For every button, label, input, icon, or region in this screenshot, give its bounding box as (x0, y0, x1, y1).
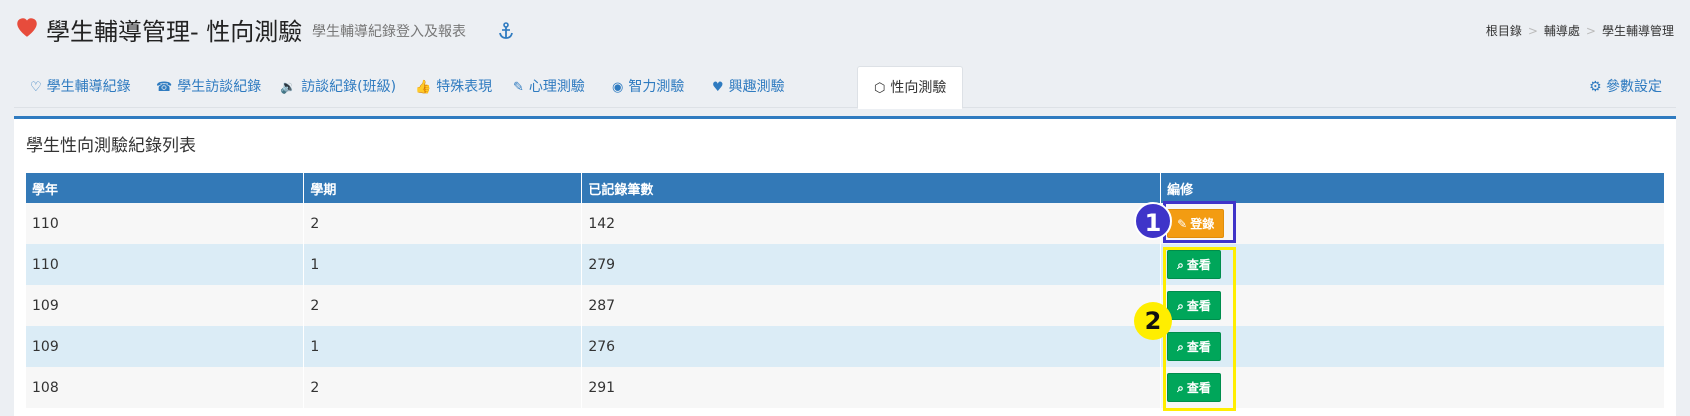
tab-special-performance[interactable]: 👍 特殊表現 (399, 66, 508, 108)
cubes-icon: ⬡ (874, 81, 886, 96)
cell-count: 142 (581, 203, 1162, 244)
column-header-count: 已記錄筆數 (581, 173, 1162, 203)
breadcrumb-item-office[interactable]: 輔導處 (1544, 24, 1580, 38)
tab-class-interview[interactable]: 🔉 訪談紀錄(班級) (264, 66, 412, 108)
heartbeat-icon: ♥ (712, 80, 724, 95)
cell-action: ⌕ 查看 (1160, 244, 1665, 285)
table-row: 110 1 279 ⌕ 查看 (26, 244, 1665, 285)
breadcrumb-item-current: 學生輔導管理 (1601, 24, 1674, 38)
breadcrumb-separator: > (1527, 24, 1538, 38)
cell-term: 2 (303, 203, 583, 244)
column-header-year: 學年 (26, 173, 305, 203)
tab-interest-test[interactable]: ♥ 興趣測驗 (696, 66, 801, 108)
annotation-box-1 (1163, 201, 1236, 243)
breadcrumb-separator: > (1585, 24, 1596, 38)
table-row: 110 2 142 ✎ 登錄 (26, 203, 1665, 244)
tab-bar: ♡ 學生輔導紀錄 ☎ 學生訪談紀錄 🔉 訪談紀錄(班級) 👍 特殊表現 ✎ 心理測驗 ◉ 智… (14, 66, 1676, 109)
phone-icon: ☎ (156, 80, 173, 95)
annotation-badge-2: 2 (1134, 302, 1172, 340)
table-row: 108 2 291 ⌕ 查看 (26, 367, 1665, 408)
column-header-term: 學期 (303, 173, 583, 203)
heart-icon (17, 18, 37, 37)
cell-year: 108 (26, 367, 305, 408)
breadcrumb: 根目錄 > 輔導處 > 學生輔導管理 (1486, 22, 1674, 39)
cell-count: 287 (581, 285, 1162, 326)
breadcrumb-item-root[interactable]: 根目錄 (1486, 24, 1522, 38)
records-table: 學年 學期 已記錄筆數 編修 110 2 142 ✎ 登錄 110 1 279 ⌕… (26, 173, 1665, 408)
records-panel: 學生性向測驗紀錄列表 學年 學期 已記錄筆數 編修 110 2 142 ✎登錄 (14, 116, 1676, 416)
table-row: 109 2 287 ⌕ 查看 (26, 285, 1665, 326)
cell-year: 109 (26, 326, 305, 367)
cell-year: 110 (26, 203, 305, 244)
tab-student-interview[interactable]: ☎ 學生訪談紀錄 (140, 66, 277, 108)
cell-term: 2 (303, 367, 583, 408)
cell-action: ⌕ 查看 (1160, 285, 1665, 326)
tab-aptitude-test[interactable]: ⬡ 性向測驗 (857, 66, 964, 109)
settings-link[interactable]: ⚙ 參數設定 (1589, 66, 1662, 108)
volume-icon: 🔉 (280, 80, 297, 95)
tab-student-counseling[interactable]: ♡ 學生輔導紀錄 (14, 66, 147, 108)
page-header: 學生輔導管理- 性向測驗 學生輔導紀錄登入及報表 根目錄 > 輔導處 > 學生輔導管理 (0, 0, 1690, 60)
cell-term: 2 (303, 285, 583, 326)
annotation-box-2 (1163, 247, 1236, 411)
eye-icon: ◉ (612, 80, 624, 95)
gear-icon: ⚙ (1588, 79, 1602, 95)
table-row: 109 1 276 ⌕ 查看 (26, 326, 1665, 367)
column-header-edit: 編修 (1160, 173, 1665, 203)
thumbs-up-icon: 👍 (415, 80, 432, 95)
cell-action: ⌕ 查看 (1160, 367, 1665, 408)
cell-term: 1 (303, 244, 583, 285)
cell-count: 276 (581, 326, 1162, 367)
page-title: 學生輔導管理- 性向測驗 (46, 18, 303, 46)
cell-action: ⌕ 查看 (1160, 326, 1665, 367)
tab-iq-test[interactable]: ◉ 智力測驗 (596, 66, 700, 108)
annotation-badge-1: 1 (1134, 202, 1172, 240)
tab-psych-test[interactable]: ✎ 心理測驗 (497, 66, 601, 108)
cell-term: 1 (303, 326, 583, 367)
cell-action: ✎ 登錄 (1160, 203, 1665, 244)
cell-count: 291 (581, 367, 1162, 408)
cell-count: 279 (581, 244, 1162, 285)
page-subtitle: 學生輔導紀錄登入及報表 (312, 24, 466, 40)
anchor-icon[interactable] (498, 22, 514, 40)
heart-outline-icon: ♡ (30, 80, 42, 95)
cell-year: 110 (26, 244, 305, 285)
panel-title: 學生性向測驗紀錄列表 (26, 136, 196, 156)
cell-year: 109 (26, 285, 305, 326)
edit-icon: ✎ (513, 80, 524, 95)
table-header-row: 學年 學期 已記錄筆數 編修 (26, 173, 1665, 203)
